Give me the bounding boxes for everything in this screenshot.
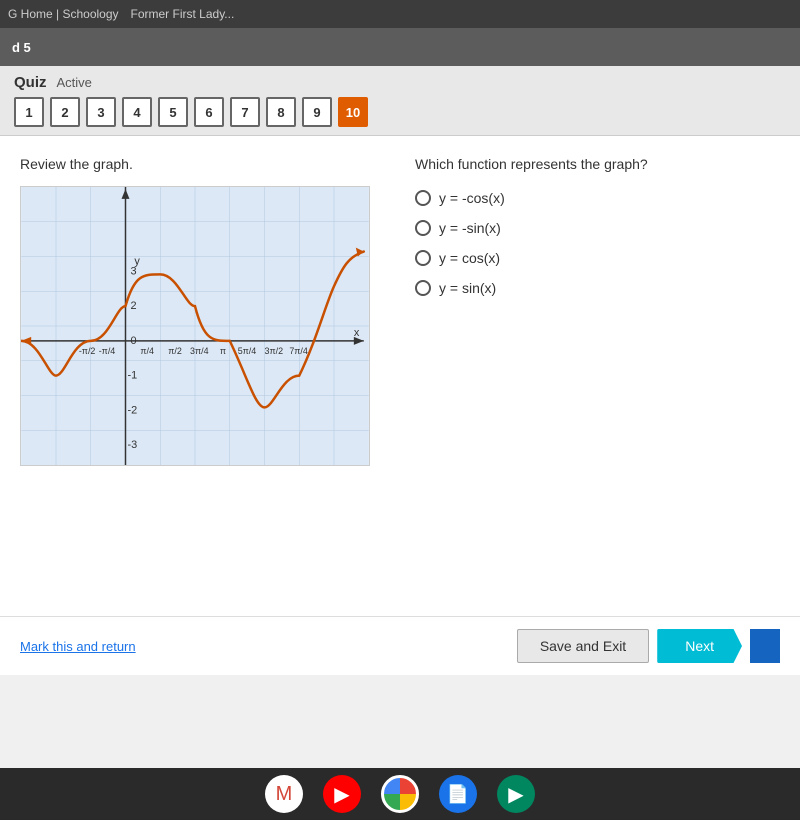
question-number-4[interactable]: 4 — [122, 97, 152, 127]
radio-option-2[interactable] — [415, 220, 431, 236]
svg-text:-3: -3 — [127, 439, 137, 451]
extra-button[interactable] — [750, 629, 780, 663]
breadcrumb: d 5 — [12, 40, 31, 55]
svg-text:π/4: π/4 — [140, 346, 154, 356]
option-row-1[interactable]: y = -cos(x) — [415, 190, 780, 206]
quiz-header: Quiz Active 1 2 3 4 5 6 7 8 9 10 — [0, 66, 800, 136]
gmail-icon[interactable]: M — [265, 775, 303, 813]
svg-text:7π/4: 7π/4 — [289, 346, 308, 356]
graph-container: 3 2 0 -1 -2 -3 y -π/2 -π/4 π/4 π/2 — [20, 186, 370, 466]
svg-text:π: π — [220, 346, 226, 356]
option-label-3: y = cos(x) — [439, 250, 500, 266]
option-row-4[interactable]: y = sin(x) — [415, 280, 780, 296]
svg-text:-π/4: -π/4 — [99, 346, 116, 356]
radio-option-4[interactable] — [415, 280, 431, 296]
question-number-1[interactable]: 1 — [14, 97, 44, 127]
option-row-3[interactable]: y = cos(x) — [415, 250, 780, 266]
docs-icon[interactable]: 📄 — [439, 775, 477, 813]
question-number-7[interactable]: 7 — [230, 97, 260, 127]
top-bar: d 5 — [0, 28, 800, 66]
question-number-2[interactable]: 2 — [50, 97, 80, 127]
quiz-title: Quiz — [14, 74, 47, 91]
left-panel: Review the graph. — [20, 156, 385, 606]
question-number-10[interactable]: 10 — [338, 97, 368, 127]
question-number-5[interactable]: 5 — [158, 97, 188, 127]
svg-text:π/2: π/2 — [168, 346, 182, 356]
browser-tab-firstlady: Former First Lady... — [131, 7, 235, 21]
svg-text:3π/4: 3π/4 — [190, 346, 209, 356]
question-number-3[interactable]: 3 — [86, 97, 116, 127]
option-row-2[interactable]: y = -sin(x) — [415, 220, 780, 236]
option-label-1: y = -cos(x) — [439, 190, 505, 206]
bottom-buttons: Save and Exit Next — [517, 629, 780, 663]
svg-text:-2: -2 — [127, 404, 137, 416]
question-number-6[interactable]: 6 — [194, 97, 224, 127]
screen: d 5 Quiz Active 1 2 3 4 5 6 7 8 9 10 Rev… — [0, 28, 800, 768]
svg-text:2: 2 — [130, 300, 136, 312]
question-number-9[interactable]: 9 — [302, 97, 332, 127]
graph-svg: 3 2 0 -1 -2 -3 y -π/2 -π/4 π/4 π/2 — [21, 187, 369, 465]
quiz-status: Active — [57, 75, 92, 90]
next-button[interactable]: Next — [657, 629, 742, 663]
youtube-icon[interactable]: ▶ — [323, 775, 361, 813]
question-number-8[interactable]: 8 — [266, 97, 296, 127]
chrome-icon[interactable] — [381, 775, 419, 813]
browser-bar: G Home | Schoology Former First Lady... — [0, 0, 800, 28]
taskbar: M ▶ 📄 ▶ — [0, 768, 800, 820]
play-icon[interactable]: ▶ — [497, 775, 535, 813]
radio-option-3[interactable] — [415, 250, 431, 266]
svg-text:-1: -1 — [127, 370, 137, 382]
svg-text:y: y — [134, 255, 140, 267]
bottom-bar: Mark this and return Save and Exit Next — [0, 616, 800, 675]
save-exit-button[interactable]: Save and Exit — [517, 629, 649, 663]
content-area: Review the graph. — [0, 136, 800, 616]
radio-option-1[interactable] — [415, 190, 431, 206]
right-panel: Which function represents the graph? y =… — [415, 156, 780, 606]
option-label-2: y = -sin(x) — [439, 220, 501, 236]
mark-return-link[interactable]: Mark this and return — [20, 639, 136, 654]
browser-tab-schoology: G Home | Schoology — [8, 7, 119, 21]
svg-text:x: x — [354, 327, 360, 339]
review-text: Review the graph. — [20, 156, 385, 172]
svg-text:-π/2: -π/2 — [79, 346, 96, 356]
which-function-text: Which function represents the graph? — [415, 156, 780, 172]
question-numbers: 1 2 3 4 5 6 7 8 9 10 — [14, 97, 786, 127]
svg-text:3π/2: 3π/2 — [265, 346, 284, 356]
svg-text:0: 0 — [130, 335, 136, 347]
svg-text:5π/4: 5π/4 — [238, 346, 257, 356]
option-label-4: y = sin(x) — [439, 280, 496, 296]
